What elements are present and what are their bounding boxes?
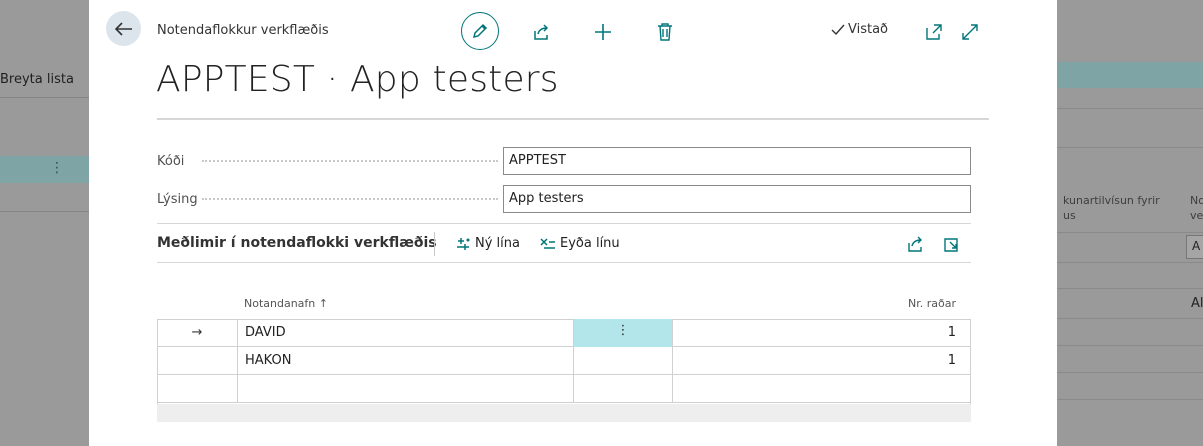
- subpage-title[interactable]: Meðlimir í notendaflokki verkflæðis: [157, 235, 437, 251]
- checkmark-icon: [831, 24, 845, 35]
- background-column-header: kunartilvísun fyrir us: [1063, 194, 1160, 222]
- background-cell: Al: [1191, 296, 1203, 311]
- divider: [1057, 232, 1203, 233]
- row-selected-arrow-icon: →: [157, 319, 238, 347]
- edit-icon: [472, 23, 488, 39]
- divider: [157, 262, 971, 263]
- new-line-icon: [457, 237, 470, 250]
- share-icon: [907, 236, 922, 252]
- breadcrumb: Notendaflokkur verkflæðis: [157, 23, 329, 38]
- expand-icon: [962, 24, 978, 40]
- divider: [1057, 345, 1203, 346]
- delete-button[interactable]: [647, 14, 683, 50]
- username-cell[interactable]: HAKON: [238, 347, 574, 375]
- divider: [1057, 262, 1203, 263]
- column-header-username-label: Notandanafn: [244, 297, 316, 310]
- sort-ascending-icon: ↑: [318, 297, 328, 310]
- code-label: Kóði: [157, 154, 185, 169]
- row-marker: [157, 375, 238, 403]
- description-label: Lýsing: [157, 192, 198, 207]
- row-actions-cell[interactable]: [574, 375, 673, 403]
- username-cell[interactable]: DAVID: [238, 319, 574, 347]
- open-new-window-button[interactable]: [916, 14, 952, 50]
- divider: [1057, 147, 1203, 148]
- edit-list-button[interactable]: Breyta lista: [0, 72, 74, 87]
- background-cell[interactable]: A: [1186, 235, 1203, 259]
- row-actions-cell[interactable]: [574, 347, 673, 375]
- subpage-share-button[interactable]: [903, 233, 927, 255]
- row-marker: [157, 347, 238, 375]
- sequence-cell[interactable]: 1: [673, 319, 971, 347]
- table-row[interactable]: [157, 375, 971, 403]
- new-icon: [595, 24, 611, 40]
- share-icon: [534, 24, 549, 40]
- label-leader-dots: [202, 198, 498, 200]
- expand-button[interactable]: [952, 14, 988, 50]
- row-actions-icon[interactable]: ⋮: [574, 319, 673, 347]
- sequence-cell[interactable]: 1: [673, 347, 971, 375]
- open-subpage-icon: [944, 238, 958, 252]
- selected-list-row[interactable]: ⋮: [0, 156, 90, 183]
- description-field[interactable]: App testers: [503, 185, 971, 213]
- username-cell[interactable]: [238, 375, 574, 403]
- background-column-header: No ve: [1190, 194, 1203, 222]
- new-line-button[interactable]: Ný lína: [455, 236, 520, 251]
- divider: [1057, 399, 1203, 400]
- label-leader-dots: [202, 160, 498, 162]
- delete-line-button[interactable]: Eyða línu: [540, 236, 620, 251]
- delete-line-icon: [540, 237, 555, 249]
- code-field[interactable]: APPTEST: [503, 147, 971, 175]
- column-header-username[interactable]: Notandanafn ↑: [244, 297, 328, 310]
- divider: [157, 118, 989, 120]
- divider: [157, 223, 971, 224]
- divider: [1057, 372, 1203, 373]
- divider: [1057, 108, 1203, 109]
- divider: [0, 97, 90, 98]
- sequence-cell[interactable]: [673, 375, 971, 403]
- page-title: APPTEST · App testers: [156, 59, 559, 100]
- grid-footer: [157, 404, 971, 422]
- subpage-expand-button[interactable]: [940, 233, 964, 255]
- row-actions-icon[interactable]: ⋮: [50, 160, 64, 176]
- arrow-left-icon: [114, 21, 132, 36]
- delete-icon: [658, 23, 672, 41]
- saved-label: Vistað: [848, 22, 889, 37]
- new-line-label: Ný lína: [475, 236, 520, 251]
- table-row[interactable]: → DAVID ⋮ 1: [157, 319, 971, 347]
- open-new-window-icon: [926, 24, 942, 40]
- back-button[interactable]: [106, 11, 141, 46]
- divider: [0, 211, 90, 212]
- divider: [1057, 288, 1203, 289]
- share-button[interactable]: [523, 14, 559, 50]
- new-button[interactable]: [585, 14, 621, 50]
- background-header-band: [1057, 62, 1203, 88]
- delete-line-label: Eyða línu: [560, 236, 620, 251]
- saved-status: Vistað: [831, 22, 888, 37]
- column-header-sequence[interactable]: Nr. raðar: [908, 297, 956, 310]
- edit-button[interactable]: [461, 12, 499, 50]
- table-row[interactable]: HAKON 1: [157, 347, 971, 375]
- divider: [1057, 318, 1203, 319]
- card-dialog: Notendaflokkur verkflæðis Vistað APPTEST…: [89, 0, 1057, 446]
- divider: [434, 232, 435, 256]
